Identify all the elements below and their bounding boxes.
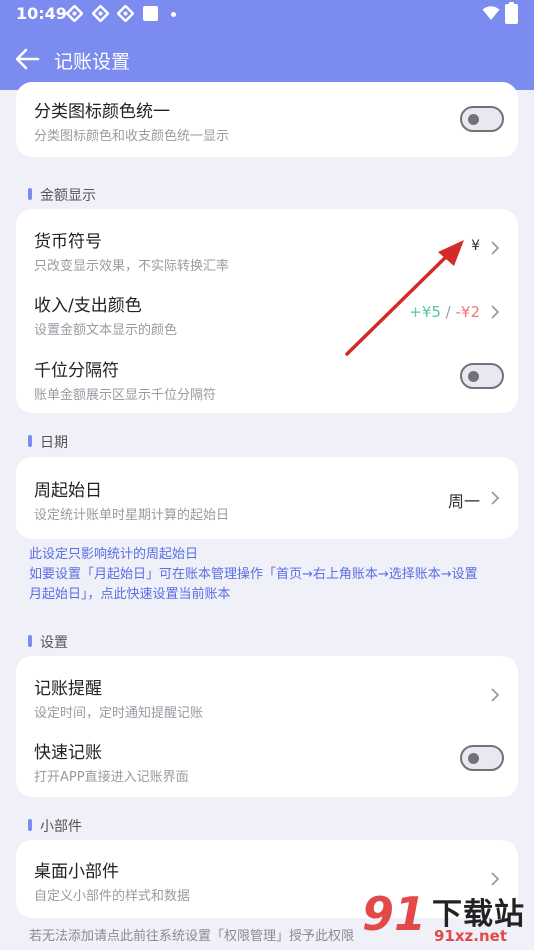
section-label: 日期 [40,435,68,451]
notification-icon [66,5,83,22]
setting-subtitle: 只改变显示效果，不实际转换汇率 [34,259,230,274]
week-start-value: 周一 [447,492,480,511]
setting-subtitle: 自定义小部件的样式和数据 [34,889,191,904]
watermark-number: 91 [362,887,427,941]
color-sample: +¥5 / -¥2 [409,303,480,321]
section-marker [28,635,32,647]
expense-sample: -¥2 [455,303,481,321]
chevron-right-icon [491,241,500,255]
more-notifications-dot [171,12,176,17]
chevron-right-icon [491,305,500,319]
quick-record-toggle[interactable] [460,745,504,771]
setting-subtitle: 设定时间，定时通知提醒记账 [34,706,204,721]
section-marker [28,188,32,200]
card-settings: 记账提醒 设定时间，定时通知提醒记账 快速记账 打开APP直接进入记账界面 [16,656,518,797]
note-line: 月起始日」，点此快速设置当前账本 [29,587,231,602]
section-label: 设置 [40,635,68,651]
note-line: 如要设置「月起始日」可在账本管理操作「首页→右上角账本→选择账本→设置 [29,567,478,582]
setting-quick-record[interactable]: 快速记账 打开APP直接进入记账界面 [16,726,518,797]
section-label: 小部件 [40,819,82,835]
wifi-icon [482,6,500,20]
setting-subtitle: 设定统计账单时星期计算的起始日 [34,508,230,523]
setting-title: 周起始日 [34,481,102,501]
status-time: 10:49 [16,4,67,23]
unify-icon-color-toggle[interactable] [460,106,504,132]
toggle-knob [468,753,479,764]
income-sample: +¥5 [409,303,441,321]
watermark-logo: 91 下载站 91xz.net [360,885,534,950]
notification-icon [92,5,109,22]
setting-title: 快速记账 [34,743,102,763]
watermark-url: 91xz.net [434,927,508,945]
setting-subtitle: 账单金额展示区显示千位分隔符 [34,388,217,403]
section-marker [28,435,32,447]
section-label: 金额显示 [40,188,96,204]
page-title: 记账设置 [54,51,131,73]
section-marker [28,819,32,831]
setting-income-expense-color[interactable]: 收入/支出颜色 设置金额文本显示的颜色 +¥5 / -¥2 [16,277,518,343]
setting-subtitle: 打开APP直接进入记账界面 [34,770,189,785]
setting-title: 收入/支出颜色 [34,296,142,316]
sample-separator: / [440,303,456,321]
setting-title: 记账提醒 [34,679,102,699]
setting-title: 桌面小部件 [34,862,119,882]
setting-title: 分类图标颜色统一 [34,102,170,122]
back-arrow-icon[interactable] [14,47,40,71]
thousands-separator-toggle[interactable] [460,363,504,389]
widget-permission-link[interactable]: 若无法添加请点此前往系统设置「权限管理」授予此权限 [29,925,354,944]
setting-subtitle: 分类图标颜色和收支颜色统一显示 [34,129,230,144]
setting-unify-icon-color[interactable]: 分类图标颜色统一 分类图标颜色和收支颜色统一显示 [16,82,518,157]
app-notification-icon [143,6,158,21]
currency-value: ¥ [471,238,480,254]
battery-icon [505,4,518,24]
setting-currency-symbol[interactable]: 货币符号 只改变显示效果，不实际转换汇率 ¥ [16,209,518,277]
setting-reminder[interactable]: 记账提醒 设定时间，定时通知提醒记账 [16,656,518,726]
setting-title: 货币符号 [34,232,102,252]
setting-subtitle: 设置金额文本显示的颜色 [34,323,178,338]
toggle-knob [468,371,479,382]
screen: 10:49 记账设置 分类图标颜色统一 分类图标颜色和收支颜色统一显示 金额显示 [0,0,534,950]
card-display: 分类图标颜色统一 分类图标颜色和收支颜色统一显示 [16,82,518,157]
chevron-right-icon [491,872,500,886]
date-note[interactable]: 此设定只影响统计的周起始日 如要设置「月起始日」可在账本管理操作「首页→右上角账… [29,545,478,605]
card-date: 周起始日 设定统计账单时星期计算的起始日 周一 [16,457,518,539]
header: 10:49 记账设置 [0,0,534,90]
setting-title: 千位分隔符 [34,361,119,381]
notification-icon [117,5,134,22]
chevron-right-icon [491,491,500,505]
note-line: 此设定只影响统计的周起始日 [29,547,199,562]
card-amount: 货币符号 只改变显示效果，不实际转换汇率 ¥ 收入/支出颜色 设置金额文本显示的… [16,209,518,413]
status-bar: 10:49 [0,0,534,28]
chevron-right-icon [491,688,500,702]
setting-thousands-separator[interactable]: 千位分隔符 账单金额展示区显示千位分隔符 [16,343,518,413]
toggle-knob [468,114,479,125]
setting-week-start[interactable]: 周起始日 设定统计账单时星期计算的起始日 周一 [16,457,518,539]
